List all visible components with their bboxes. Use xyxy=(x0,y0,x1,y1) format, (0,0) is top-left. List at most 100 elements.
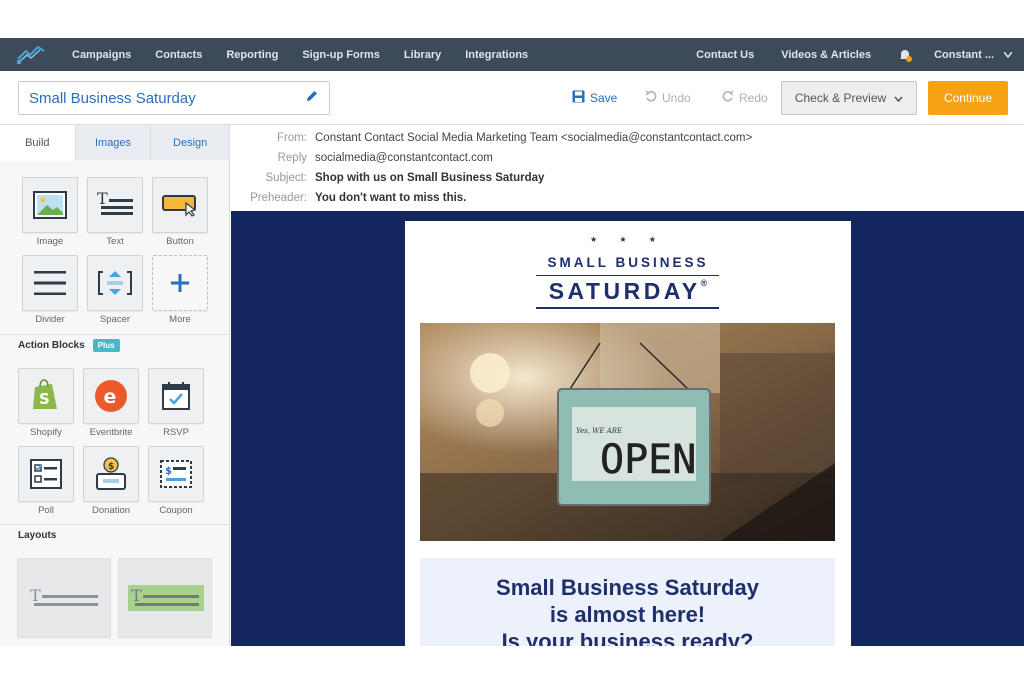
sign-small-text: Yes, WE ARE xyxy=(576,427,622,435)
layout-option[interactable]: T xyxy=(118,558,212,638)
image-block[interactable] xyxy=(22,177,78,233)
coupon-block[interactable]: $ xyxy=(148,446,204,502)
preheader-row[interactable]: Preheader: You don't want to miss this. xyxy=(231,188,466,208)
donation-block[interactable]: $ xyxy=(83,446,139,502)
rsvp-block[interactable] xyxy=(148,368,204,424)
from-row[interactable]: From: Constant Contact Social Media Mark… xyxy=(231,128,752,148)
layout-highlight-icon: T xyxy=(128,585,204,611)
subject-label: Subject: xyxy=(265,172,307,184)
plus-icon xyxy=(171,274,189,292)
shopify-label: Shopify xyxy=(30,427,62,438)
logo-line-2-wrap: SATURDAY® xyxy=(405,278,851,305)
nav-reporting[interactable]: Reporting xyxy=(226,49,278,61)
eventbrite-block[interactable]: e xyxy=(83,368,139,424)
logo-rule xyxy=(536,275,719,276)
button-block-label: Button xyxy=(166,236,194,247)
preheader-value[interactable]: You don't want to miss this. xyxy=(315,192,466,204)
layout-text-icon: T xyxy=(30,586,98,606)
subject-row[interactable]: Subject: Shop with us on Small Business … xyxy=(231,168,544,188)
headline-line-1: Small Business Saturday xyxy=(496,575,759,600)
image-block-label: Image xyxy=(36,236,64,247)
undo-label: Undo xyxy=(662,90,691,105)
shopify-icon: S xyxy=(33,379,57,409)
text-block[interactable]: T xyxy=(87,177,143,233)
divider-block[interactable] xyxy=(22,255,78,311)
undo-button[interactable]: Undo xyxy=(645,90,691,105)
floppy-disk-icon xyxy=(572,90,585,106)
action-blocks-title: Action Blocks xyxy=(18,340,85,351)
nav-right: Contact Us Videos & Articles Constant ..… xyxy=(696,48,1024,62)
logo-stars: ★ ★ ★ xyxy=(590,235,666,244)
spacer-icon xyxy=(98,271,132,295)
save-button[interactable]: Save xyxy=(572,90,617,106)
campaign-title[interactable]: Small Business Saturday xyxy=(29,90,305,107)
preheader-label: Preheader: xyxy=(250,192,307,204)
headline-line-3: Is your business ready? xyxy=(501,629,754,646)
tab-build[interactable]: Build xyxy=(0,125,76,161)
build-panel: Build Images Design Image T Text Button … xyxy=(0,125,230,646)
svg-text:$: $ xyxy=(165,466,172,477)
text-block-label: Text xyxy=(106,236,124,247)
image-icon xyxy=(33,191,67,219)
headline-banner[interactable]: Small Business Saturday is almost here! … xyxy=(420,558,835,646)
nav-campaigns[interactable]: Campaigns xyxy=(72,49,131,61)
pencil-icon[interactable] xyxy=(305,89,319,108)
layout-option[interactable]: T xyxy=(17,558,111,638)
coupon-icon: $ xyxy=(160,460,192,488)
layouts-heading: Layouts xyxy=(0,524,229,546)
button-block[interactable] xyxy=(152,177,208,233)
chevron-down-icon[interactable] xyxy=(1003,49,1013,61)
editor-toolbar: Small Business Saturday Save Undo Redo C… xyxy=(0,71,1024,125)
editor-app: Campaigns Contacts Reporting Sign-up For… xyxy=(0,38,1024,646)
top-nav: Campaigns Contacts Reporting Sign-up For… xyxy=(0,38,1024,71)
eventbrite-label: Eventbrite xyxy=(89,427,133,438)
more-blocks-label: More xyxy=(169,314,191,325)
campaign-title-field[interactable]: Small Business Saturday xyxy=(18,81,330,115)
nav-signup-forms[interactable]: Sign-up Forms xyxy=(302,49,380,61)
reply-value[interactable]: socialmedia@constantcontact.com xyxy=(315,152,493,164)
rsvp-label: RSVP xyxy=(163,427,189,438)
plus-badge: Plus xyxy=(92,339,120,352)
logo-line-1: SMALL BUSINESS xyxy=(547,255,709,270)
chevron-down-icon xyxy=(894,91,903,105)
button-icon xyxy=(162,195,197,217)
sign-open-text: OPEN xyxy=(600,437,696,483)
divider-block-label: Divider xyxy=(35,314,65,325)
logo-line-2: SATURDAY xyxy=(548,278,701,304)
nav-library[interactable]: Library xyxy=(404,49,441,61)
check-preview-button[interactable]: Check & Preview xyxy=(781,81,917,115)
more-blocks-button[interactable] xyxy=(152,255,208,311)
redo-button[interactable]: Redo xyxy=(722,90,768,105)
divider-icon xyxy=(34,271,66,295)
poll-block[interactable] xyxy=(18,446,74,502)
tab-design[interactable]: Design xyxy=(151,125,229,160)
spacer-block[interactable] xyxy=(87,255,143,311)
nav-videos-articles[interactable]: Videos & Articles xyxy=(781,49,871,61)
calendar-check-icon xyxy=(162,382,190,410)
nav-contact-us[interactable]: Contact Us xyxy=(696,49,754,61)
continue-button[interactable]: Continue xyxy=(928,81,1008,115)
nav-integrations[interactable]: Integrations xyxy=(465,49,528,61)
email-meta: From: Constant Contact Social Media Mark… xyxy=(231,125,1024,211)
notification-bell-icon[interactable] xyxy=(898,48,913,62)
action-blocks-heading: Action Blocks Plus xyxy=(0,334,229,356)
from-value[interactable]: Constant Contact Social Media Marketing … xyxy=(315,132,752,144)
donation-label: Donation xyxy=(91,505,131,516)
constant-contact-logo[interactable] xyxy=(16,44,48,66)
open-sign-photo[interactable]: Yes, WE ARE OPEN xyxy=(420,323,835,541)
subject-value[interactable]: Shop with us on Small Business Saturday xyxy=(315,172,544,184)
account-menu[interactable]: Constant ... xyxy=(934,49,994,61)
spacer-block-label: Spacer xyxy=(99,314,131,325)
tab-images[interactable]: Images xyxy=(75,125,152,160)
svg-text:T: T xyxy=(131,586,142,605)
eventbrite-icon: e xyxy=(95,380,127,412)
reply-row[interactable]: Reply socialmedia@constantcontact.com xyxy=(231,148,493,168)
email-body[interactable]: ★ ★ ★ SMALL BUSINESS SATURDAY® Yes, WE A… xyxy=(405,221,851,646)
nav-contacts[interactable]: Contacts xyxy=(155,49,202,61)
svg-text:$: $ xyxy=(108,462,114,472)
panel-tabs: Build Images Design xyxy=(0,125,229,161)
shopify-block[interactable]: S xyxy=(18,368,74,424)
save-label: Save xyxy=(590,91,618,105)
small-business-saturday-logo[interactable]: ★ ★ ★ SMALL BUSINESS SATURDAY® xyxy=(405,221,851,321)
poll-icon xyxy=(30,459,62,489)
